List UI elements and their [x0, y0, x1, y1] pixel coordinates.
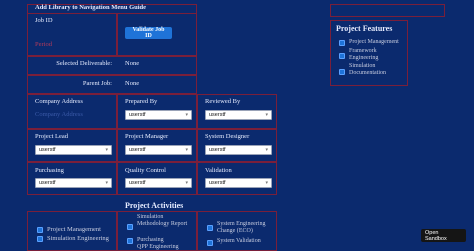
- reviewed-by-label: Reviewed By: [205, 98, 241, 105]
- activity-checkbox[interactable]: [207, 225, 213, 231]
- top-right-box: [330, 4, 445, 17]
- activity-checkbox[interactable]: [207, 240, 213, 246]
- activity-label: Simulation Engineering: [47, 235, 109, 242]
- feature-checkbox[interactable]: [339, 40, 345, 46]
- feature-label: Simulation Documentation: [349, 63, 386, 76]
- activity-checkbox[interactable]: [37, 236, 43, 242]
- prepared-by-value: userstf: [129, 112, 146, 118]
- parent-job-label: Parent Job:: [82, 80, 112, 87]
- chevron-down-icon: ▾: [185, 180, 188, 186]
- quality-control-value: userstf: [129, 180, 146, 186]
- chevron-down-icon: ▾: [265, 180, 268, 186]
- feature-checkbox[interactable]: [339, 69, 345, 75]
- project-manager-label: Project Manager: [125, 133, 169, 140]
- project-manager-value: userstf: [129, 147, 146, 153]
- activity-label: System Validation: [217, 238, 261, 244]
- open-sandbox-button[interactable]: Open Sandbox: [421, 229, 466, 242]
- validation-value: userstf: [209, 180, 226, 186]
- selected-deliverable-label: Selected Deliverable:: [56, 60, 112, 67]
- purchasing-select[interactable]: userstf ▾: [35, 178, 112, 188]
- feature-checkbox[interactable]: [339, 53, 345, 59]
- company-address-value[interactable]: Company Address: [35, 111, 83, 118]
- system-designer-label: System Designer: [205, 133, 250, 140]
- chevron-down-icon: ▾: [265, 112, 268, 118]
- page-title: Add Library to Navigation Menu Guide: [35, 4, 147, 11]
- activity-label: Project Management: [47, 226, 101, 233]
- open-sandbox-line2: Sandbox: [425, 236, 447, 242]
- project-lead-select[interactable]: userstf ▾: [35, 145, 112, 155]
- chevron-down-icon: ▾: [185, 112, 188, 118]
- project-activities-title: Project Activities: [125, 201, 184, 210]
- activity-label: Purchasing: [137, 237, 164, 243]
- chevron-down-icon: ▾: [185, 147, 188, 153]
- system-designer-value: userstf: [209, 147, 226, 153]
- prepared-by-label: Prepared By: [125, 98, 158, 105]
- chevron-down-icon: ▾: [265, 147, 268, 153]
- quality-control-select[interactable]: userstf ▾: [125, 178, 192, 188]
- project-features-title: Project Features: [336, 24, 393, 33]
- activity-label: Simulation Methodology Report: [137, 214, 188, 227]
- chevron-down-icon: ▾: [105, 147, 108, 153]
- activity-checkbox[interactable]: [127, 224, 133, 230]
- project-lead-label: Project Lead: [35, 133, 69, 140]
- job-id-label: Job ID: [35, 17, 53, 24]
- system-designer-select[interactable]: userstf ▾: [205, 145, 272, 155]
- validation-select[interactable]: userstf ▾: [205, 178, 272, 188]
- selected-deliverable-value: None: [125, 60, 140, 67]
- project-manager-select[interactable]: userstf ▾: [125, 145, 192, 155]
- activity-label: System Engineering Change (ECO): [217, 221, 266, 234]
- feature-label: Framework Engineering: [349, 48, 379, 61]
- reviewed-by-select[interactable]: userstf ▾: [205, 110, 272, 120]
- prepared-by-select[interactable]: userstf ▾: [125, 110, 192, 120]
- feature-label: Project Management: [349, 39, 399, 45]
- parent-job-value: None: [125, 80, 140, 87]
- period-label: Period: [35, 41, 52, 48]
- validation-label: Validation: [205, 167, 232, 174]
- quality-control-label: Quality Control: [125, 167, 166, 174]
- project-lead-value: userstf: [39, 147, 56, 153]
- activity-label: QPP Engineering: [137, 244, 179, 250]
- activity-checkbox[interactable]: [37, 227, 43, 233]
- company-address-label: Company Address: [35, 98, 83, 105]
- validate-job-id-button[interactable]: Validate Job ID: [125, 27, 172, 39]
- activity-checkbox[interactable]: [127, 238, 133, 244]
- purchasing-value: userstf: [39, 180, 56, 186]
- purchasing-label: Purchasing: [35, 167, 64, 174]
- reviewed-by-value: userstf: [209, 112, 226, 118]
- chevron-down-icon: ▾: [105, 180, 108, 186]
